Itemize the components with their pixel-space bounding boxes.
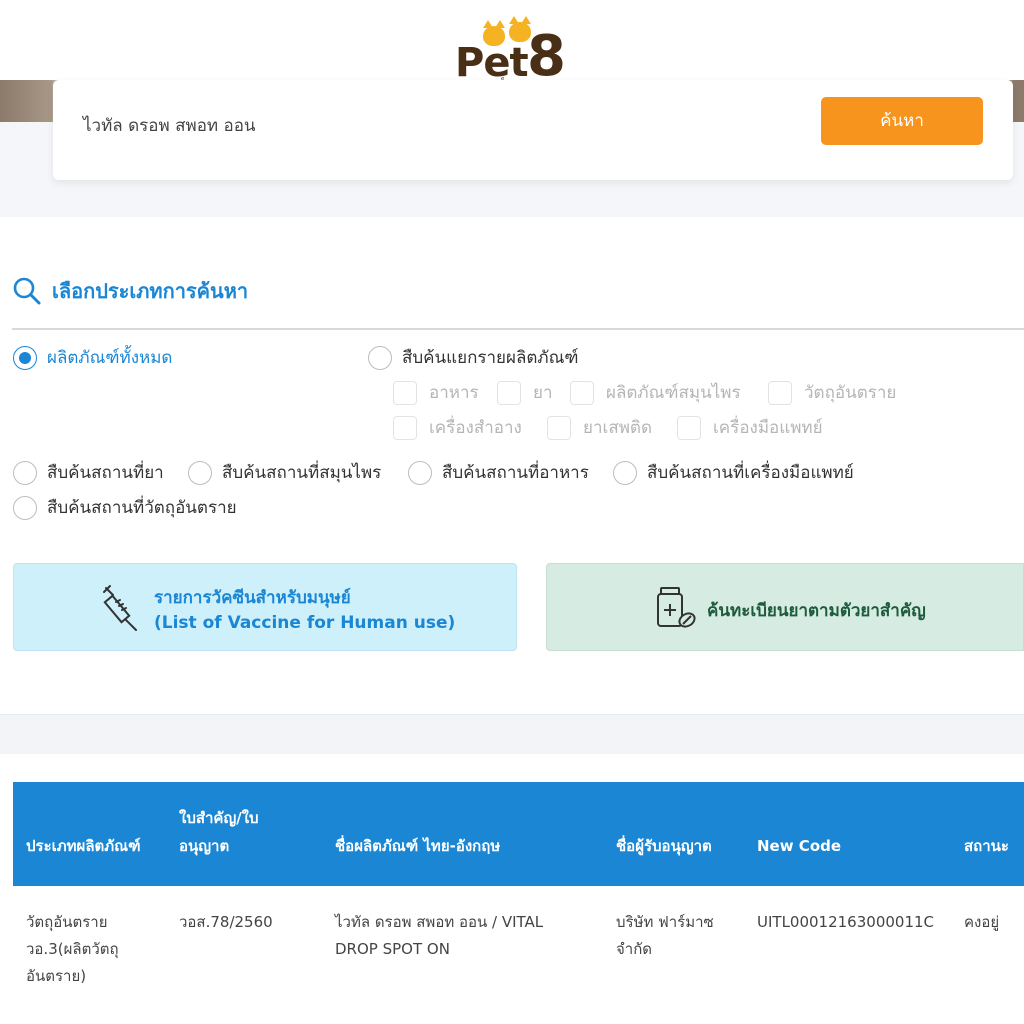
vaccine-card-subtitle: (List of Vaccine for Human use) <box>154 613 456 633</box>
search-input[interactable]: ไวทัล ดรอพ สพอท ออน <box>83 112 256 139</box>
checkbox-hazard[interactable]: วัตถุอันตราย <box>768 379 896 406</box>
drug-card-title: ค้นทะเบียนยาตามตัวยาสำคัญ <box>707 601 926 621</box>
checkbox-icon <box>570 380 594 405</box>
radio-unselected-icon <box>13 460 37 485</box>
cell-new-code: UITL00012163000011C <box>757 913 935 931</box>
section-separator <box>0 714 1024 754</box>
checkbox-label: ผลิตภัณฑ์สมุนไพร <box>606 383 741 403</box>
radio-label: สืบค้นสถานที่อาหาร <box>442 463 589 483</box>
results-table-header: ประเภทผลิตภัณฑ์ ใบสำคัญ/ใบ อนุญาต ชื่อผล… <box>13 782 1024 886</box>
radio-place-device[interactable]: สืบค้นสถานที่เครื่องมือแพทย์ <box>613 459 854 486</box>
checkbox-icon <box>393 415 417 440</box>
checkbox-icon <box>768 380 792 405</box>
search-type-heading: เลือกประเภทการค้นหา <box>12 275 248 307</box>
radio-label: สืบค้นสถานที่ยา <box>47 463 164 483</box>
radio-unselected-icon <box>408 460 432 485</box>
cell-product-name-line2: DROP SPOT ON <box>335 940 450 958</box>
vaccine-list-card[interactable]: รายการวัคซีนสำหรับมนุษย์ (List of Vaccin… <box>13 563 517 651</box>
drug-ingredient-search-card[interactable]: ค้นทะเบียนยาตามตัวยาสำคัญ <box>546 563 1024 651</box>
checkbox-icon <box>547 415 571 440</box>
checkbox-food[interactable]: อาหาร <box>393 379 479 406</box>
radio-unselected-icon <box>368 345 392 370</box>
radio-unselected-icon <box>13 495 37 520</box>
checkbox-narcotic[interactable]: ยาเสพติด <box>547 414 652 441</box>
radio-all-products[interactable]: ผลิตภัณฑ์ทั้งหมด <box>13 344 172 371</box>
divider <box>12 328 1024 330</box>
checkbox-label: ยา <box>533 383 553 403</box>
column-header-holder: ชื่อผู้รับอนุญาต <box>616 837 712 855</box>
vaccine-card-title: รายการวัคซีนสำหรับมนุษย์ <box>154 588 351 608</box>
radio-place-food[interactable]: สืบค้นสถานที่อาหาร <box>408 459 589 486</box>
radio-place-drug[interactable]: สืบค้นสถานที่ยา <box>13 459 164 486</box>
radio-label: สืบค้นสถานที่วัตถุอันตราย <box>47 498 237 518</box>
cell-status: คงอยู่ <box>964 913 1000 931</box>
column-header-license-line2: อนุญาต <box>179 837 230 855</box>
syringe-icon <box>103 585 137 631</box>
column-header-status: สถานะ <box>964 837 1009 855</box>
radio-label: สืบค้นสถานที่สมุนไพร <box>222 463 382 483</box>
radio-place-herb[interactable]: สืบค้นสถานที่สมุนไพร <box>188 459 381 486</box>
checkbox-label: วัตถุอันตราย <box>804 383 897 403</box>
cell-license: วอส.78/2560 <box>179 913 273 931</box>
checkbox-device[interactable]: เครื่องมือแพทย์ <box>677 414 823 441</box>
radio-place-hazard[interactable]: สืบค้นสถานที่วัตถุอันตราย <box>13 494 237 521</box>
cell-type-line3: อันตราย) <box>26 967 87 985</box>
cell-type: วัตถุอันตราย <box>26 913 108 931</box>
column-header-type: ประเภทผลิตภัณฑ์ <box>26 837 141 855</box>
column-header-code: New Code <box>757 837 842 855</box>
cell-holder: บริษัท ฟาร์มาซ <box>616 913 714 931</box>
column-header-name: ชื่อผลิตภัณฑ์ ไทย-อังกฤษ <box>335 837 501 855</box>
cell-type-line2: วอ.3(ผลิตวัตถุ <box>26 940 119 958</box>
checkbox-label: ยาเสพติด <box>583 418 652 438</box>
checkbox-drug[interactable]: ยา <box>497 379 553 406</box>
brand-logo: Pet 8 เพ็ทเอท <box>455 16 570 89</box>
radio-label: สืบค้นสถานที่เครื่องมือแพทย์ <box>647 463 854 483</box>
cell-holder-line2: จำกัด <box>616 940 653 958</box>
radio-by-product[interactable]: สืบค้นแยกรายผลิตภัณฑ์ <box>368 344 579 371</box>
medicine-bottle-icon <box>657 587 696 628</box>
checkbox-icon <box>497 380 521 405</box>
cell-product-name: ไวทัล ดรอพ สพอท ออน / VITAL <box>335 913 544 931</box>
checkbox-label: เครื่องสำอาง <box>429 418 522 438</box>
radio-selected-icon <box>13 345 37 370</box>
checkbox-label: เครื่องมือแพทย์ <box>713 418 823 438</box>
column-header-license: ใบสำคัญ/ใบ <box>179 809 259 827</box>
search-card: ไวทัล ดรอพ สพอท ออน ค้นหา <box>53 80 1013 180</box>
search-button[interactable]: ค้นหา <box>821 97 983 145</box>
search-icon <box>13 277 41 305</box>
section-title: เลือกประเภทการค้นหา <box>52 279 249 303</box>
checkbox-icon <box>393 380 417 405</box>
radio-label: ผลิตภัณฑ์ทั้งหมด <box>47 348 173 368</box>
radio-unselected-icon <box>188 460 212 485</box>
checkbox-icon <box>677 415 701 440</box>
checkbox-herbal[interactable]: ผลิตภัณฑ์สมุนไพร <box>570 379 741 406</box>
checkbox-label: อาหาร <box>429 383 479 403</box>
checkbox-cosmetic[interactable]: เครื่องสำอาง <box>393 414 522 441</box>
radio-unselected-icon <box>613 460 637 485</box>
radio-label: สืบค้นแยกรายผลิตภัณฑ์ <box>402 348 579 368</box>
